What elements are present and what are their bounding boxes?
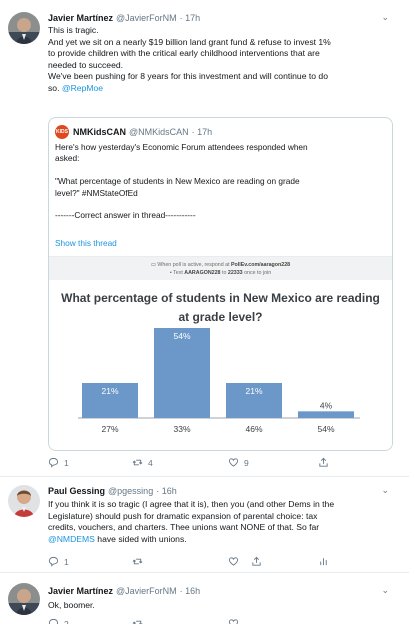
chevron-down-icon[interactable]: ⌄	[381, 585, 389, 596]
tweet-3[interactable]: Javier Martínez @JavierForNM · 16h ⌄ Ok,…	[0, 577, 409, 624]
share-icon	[252, 556, 261, 566]
chevron-down-icon[interactable]: ⌄	[381, 12, 389, 23]
mention-link[interactable]: @NMDEMS	[48, 534, 95, 544]
tweet-time[interactable]: · 17h	[180, 12, 201, 24]
tweet-time[interactable]: · 16h	[180, 585, 201, 597]
poll-category-label: 46%	[245, 424, 262, 434]
tweet-line: And yet we sit on a nearly $19 billion l…	[48, 36, 331, 47]
tweet-line: credits, vouchers, and charters. Thee un…	[48, 522, 320, 533]
poll-category-label: 27%	[101, 424, 118, 434]
tweet-line: If you think it is so tragic (I agree th…	[48, 499, 335, 509]
tweet-line: Legislature) should push for dramatic ex…	[48, 510, 318, 521]
reply-button[interactable]: 1	[48, 556, 69, 567]
tweet-line: to provide children with the critical ea…	[48, 48, 320, 59]
tweet-time[interactable]: · 16h	[156, 485, 177, 497]
tweet-line: This is tragic.	[48, 25, 99, 35]
heart-icon	[228, 557, 239, 566]
heart-icon	[228, 458, 239, 467]
retweet-count: 4	[148, 457, 153, 468]
author-handle[interactable]: @JavierForNM	[116, 12, 177, 24]
retweet-icon	[132, 558, 143, 565]
like-button[interactable]	[228, 556, 244, 567]
poll-bar-value-label: 21%	[101, 386, 118, 396]
quoted-tweet[interactable]: KIDS NMKidsCAN @NMKidsCAN · 17h Here's h…	[48, 117, 393, 451]
avatar-image-icon	[8, 583, 40, 615]
chevron-down-icon[interactable]: ⌄	[381, 485, 389, 496]
tweet-line: needed to succeed.	[48, 59, 124, 70]
show-thread-link[interactable]: Show this thread	[55, 238, 117, 248]
like-count: 9	[244, 457, 249, 468]
poll-category-label: 54%	[317, 424, 334, 434]
tweet-text: If you think it is so tragic (I agree th…	[48, 499, 401, 545]
author-name[interactable]: Javier Martínez	[48, 585, 113, 597]
quoted-line: Here's how yesterday's Economic Forum at…	[55, 142, 308, 152]
avatar[interactable]	[8, 485, 40, 517]
retweet-icon	[132, 620, 143, 624]
tweet-text-fragment: have sided with unions.	[94, 533, 187, 544]
poll-bar	[154, 328, 210, 418]
author-name[interactable]: Javier Martínez	[48, 12, 113, 24]
quoted-line-spacer	[55, 199, 384, 210]
tweet-text: This is tragic. And yet we sit on a near…	[48, 25, 401, 95]
tweet-text-fragment: so.	[48, 82, 62, 93]
avatar-image-icon	[8, 12, 40, 44]
tweet-text: Ok, boomer.	[48, 600, 401, 612]
author-name[interactable]: Paul Gessing	[48, 485, 105, 497]
tweet-1-actions: 1 4 9	[48, 457, 348, 471]
quoted-line: asked:	[55, 153, 80, 164]
tweet-2[interactable]: Paul Gessing @pgessing · 16h ⌄ If you th…	[0, 477, 409, 573]
poll-bar-chart: 21% 27% 54% 33% 21% 46% 4% 54%	[78, 328, 360, 434]
tweet-line: We've been pushing for 8 years for this …	[48, 71, 328, 82]
analytics-button[interactable]	[318, 556, 334, 567]
poll-bar	[298, 411, 354, 418]
avatar-image-icon	[8, 485, 40, 517]
poll-bar-value-label: 4%	[320, 400, 333, 410]
author-handle[interactable]: @JavierForNM	[116, 585, 177, 597]
quoted-line: level?" #NMStateOfEd	[55, 187, 138, 198]
quoted-line-spacer	[55, 165, 384, 176]
reply-count: 1	[64, 457, 69, 468]
avatar[interactable]	[8, 12, 40, 44]
quoted-tweet-time[interactable]: · 17h	[192, 127, 213, 137]
retweet-button[interactable]	[132, 556, 148, 567]
like-button[interactable]: 9	[228, 457, 249, 468]
reply-count: 1	[64, 556, 69, 567]
retweet-button[interactable]	[132, 618, 148, 624]
reply-icon	[48, 457, 59, 468]
poll-category-label: 33%	[173, 424, 190, 434]
reply-count: 2	[64, 618, 69, 624]
share-button[interactable]	[251, 556, 267, 567]
tweet-1[interactable]: Javier Martínez @JavierForNM · 17h ⌄ Thi…	[0, 0, 409, 110]
tweet-2-actions: 1	[48, 556, 348, 570]
share-icon	[319, 457, 328, 467]
quoted-author-name[interactable]: NMKidsCAN	[73, 127, 126, 137]
poll-bar-value-label: 21%	[245, 386, 262, 396]
quoted-author-handle[interactable]: @NMKidsCAN	[129, 127, 189, 137]
retweet-icon	[132, 459, 143, 466]
poll-image: ▭ When poll is active, respond at PollEv…	[49, 256, 392, 450]
nmkidscan-logo: KIDS	[55, 125, 69, 139]
retweet-button[interactable]: 4	[132, 457, 153, 468]
author-handle[interactable]: @pgessing	[108, 485, 153, 497]
reply-icon	[48, 618, 59, 624]
reply-button[interactable]: 1	[48, 457, 69, 468]
tweet-line: Ok, boomer.	[48, 600, 95, 610]
analytics-icon	[320, 558, 327, 566]
tweet-line: @NMDEMS have sided with unions.	[48, 534, 401, 546]
quoted-tweet-text: Here's how yesterday's Economic Forum at…	[55, 142, 384, 222]
share-button[interactable]	[318, 457, 334, 468]
avatar[interactable]	[8, 583, 40, 615]
heart-icon	[228, 619, 239, 624]
mention-link[interactable]: @RepMoe	[62, 83, 103, 93]
quoted-line: "What percentage of students in New Mexi…	[55, 176, 300, 187]
quoted-line: -------Correct answer in thread---------…	[55, 210, 196, 221]
reply-button[interactable]: 2	[48, 618, 69, 624]
tweet-3-actions: 2	[48, 618, 348, 624]
tweet-line: so. @RepMoe	[48, 83, 401, 95]
reply-icon	[48, 556, 59, 567]
poll-bar-value-label: 54%	[173, 331, 190, 341]
like-button[interactable]	[228, 618, 244, 624]
